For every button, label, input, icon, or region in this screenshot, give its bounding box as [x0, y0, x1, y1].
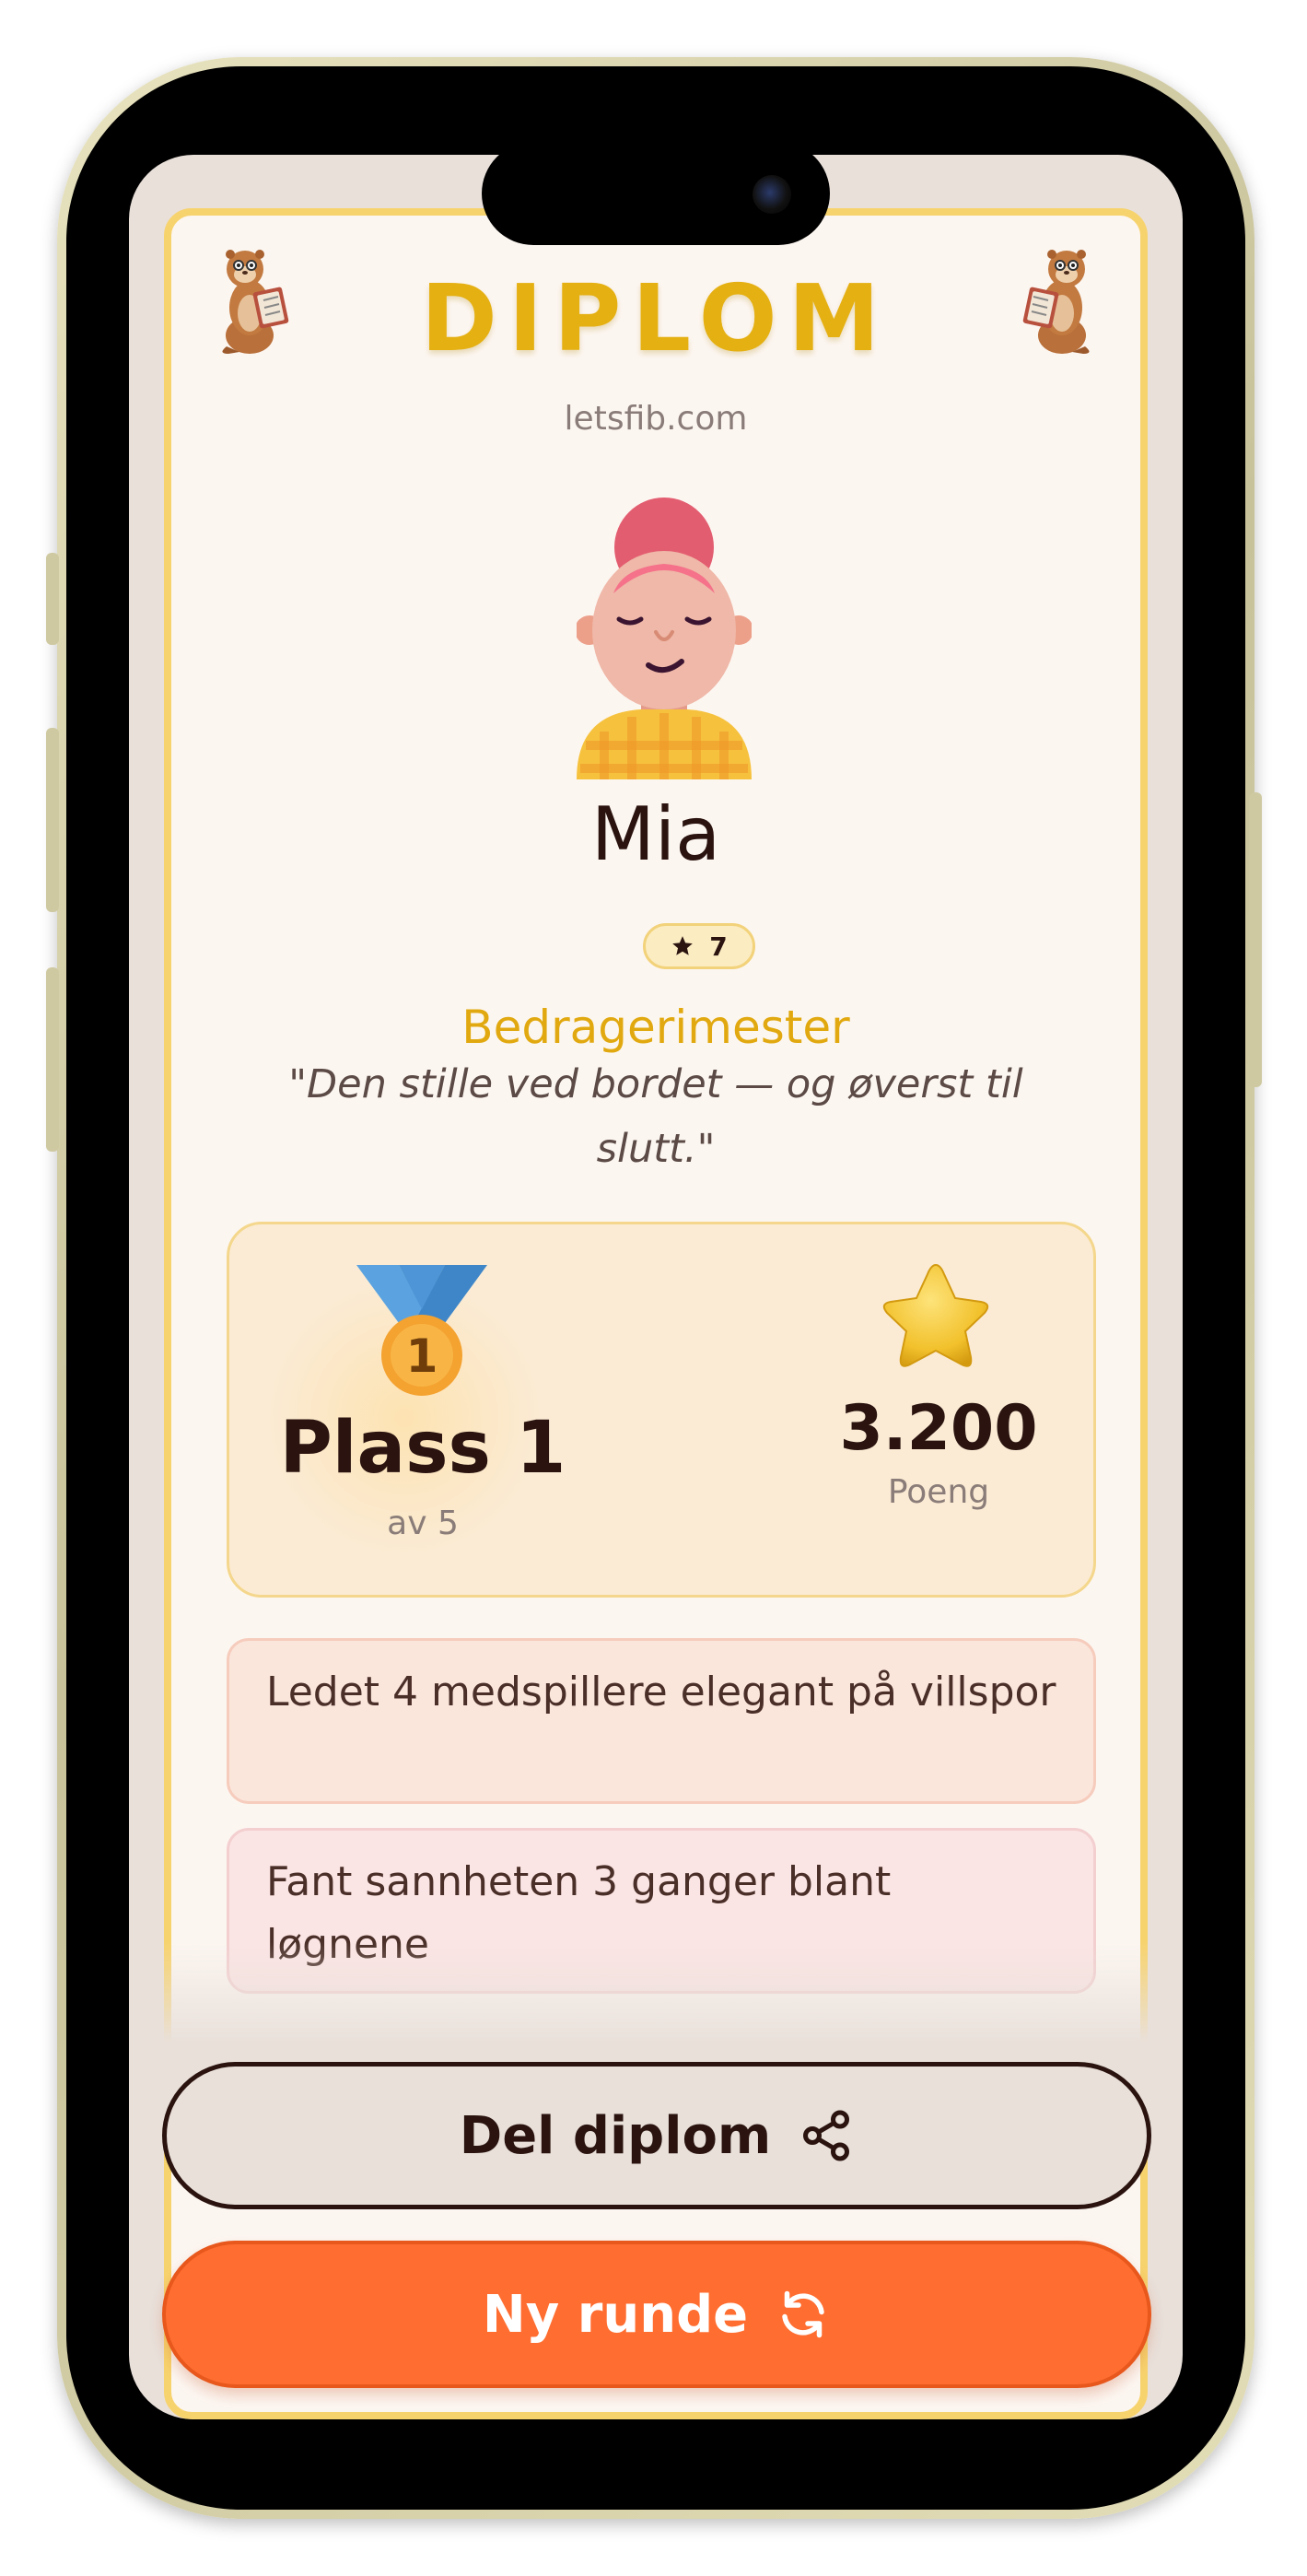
place-of: av 5	[387, 1505, 459, 1542]
points-label: Poeng	[887, 1473, 990, 1511]
camera-icon	[753, 175, 791, 214]
share-icon	[803, 2110, 850, 2161]
medal-number: 1	[406, 1329, 438, 1383]
points-value: 3.200	[839, 1392, 1038, 1465]
diploma-title: DIPLOM	[420, 264, 892, 372]
player-quote: "Den stille ved bordet — og øverst til s…	[288, 1061, 1023, 1172]
avatar-icon	[577, 498, 752, 779]
new-round-button[interactable]: Ny runde	[162, 2241, 1151, 2388]
level-badge: 7	[643, 923, 755, 969]
place-label: Plass 1	[279, 1407, 566, 1490]
rank-title: Bedragerimester	[461, 1001, 850, 1054]
star-icon	[882, 1263, 989, 1367]
volume-up-button	[46, 728, 59, 912]
star-icon	[672, 936, 694, 955]
medal-icon: 1	[356, 1265, 487, 1396]
share-button-label: Del diplom	[459, 2105, 772, 2166]
site-url: letsfib.com	[564, 400, 748, 438]
achievement-card: Ledet 4 medspillere elegant på villspor	[227, 1638, 1096, 1804]
app-screen: DIPLOM letsfib.com Mia 7 Bedragerimester…	[129, 155, 1183, 2419]
new-round-label: Ny runde	[482, 2284, 749, 2345]
share-diploma-button[interactable]: Del diplom	[162, 2062, 1151, 2209]
power-button	[1249, 792, 1262, 1087]
dynamic-island	[482, 155, 830, 245]
refresh-icon	[782, 2290, 824, 2338]
player-name: Mia	[590, 791, 721, 877]
volume-down-button	[46, 967, 59, 1152]
level-value: 7	[709, 931, 728, 962]
action-button	[46, 553, 59, 645]
stats-box: 1 Plass 1 av 5 3.200 Poeng	[227, 1222, 1096, 1598]
